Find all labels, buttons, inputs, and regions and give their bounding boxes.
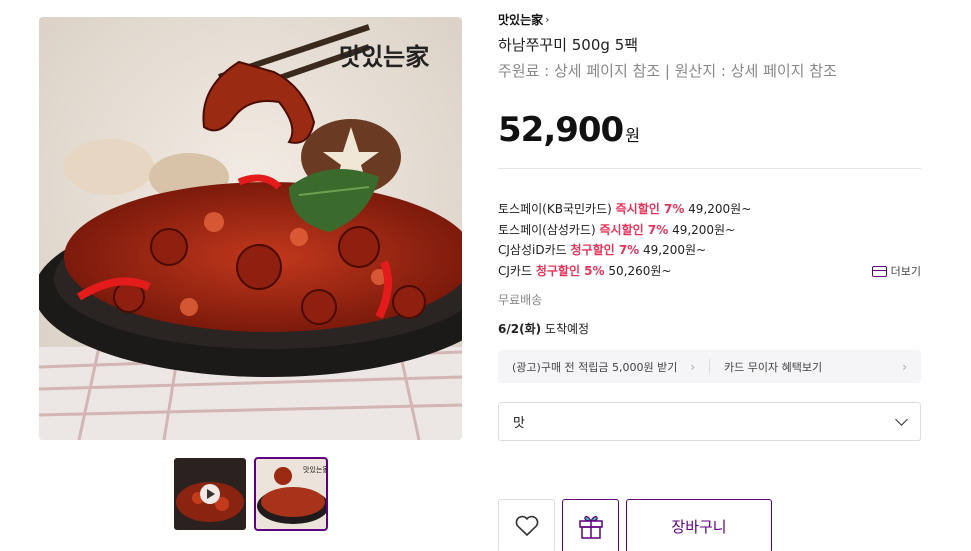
chevron-right-icon: › (545, 13, 550, 26)
brand-link[interactable]: 맛있는家 › (498, 11, 550, 28)
price-value: 52,900 (498, 110, 624, 150)
thumbnail-video[interactable] (174, 458, 246, 530)
thumbnail-image: 맛있는家 (255, 458, 327, 530)
chevron-right-icon: › (902, 359, 907, 374)
benefit-price: 49,200원~ (688, 202, 752, 216)
play-icon (200, 484, 220, 504)
benefit-discount: 즉시할인 7% (615, 202, 685, 216)
benefit-card: CJ삼성iD카드 (498, 243, 567, 257)
benefit-price: 49,200원~ (643, 243, 707, 257)
benefit-discount: 청구할인 7% (570, 243, 640, 257)
product-main-image: 맛있는家 (39, 17, 462, 440)
promo-bar: (광고)구매 전 적립금 5,000원 받기 › 카드 무이자 혜택보기 › (498, 350, 921, 383)
action-buttons: 장바구니 (498, 499, 772, 551)
promo-points-link[interactable]: (광고)구매 전 적립금 5,000원 받기 › (498, 350, 709, 383)
wishlist-button[interactable] (498, 499, 555, 551)
brand-name: 맛있는家 (498, 13, 544, 27)
product-title: 하남쭈꾸미 500g 5팩 (498, 36, 639, 54)
price-unit: 원 (625, 126, 640, 145)
image-logo: 맛있는家 (339, 43, 429, 71)
product-origin: 주원료 : 상세 페이지 참조 | 원산지 : 상세 페이지 참조 (498, 62, 837, 80)
benefit-price: 50,260원~ (608, 263, 672, 278)
divider (498, 168, 921, 169)
benefit-discount: 청구할인 5% (535, 263, 605, 278)
food-photo: 맛있는家 (39, 17, 462, 440)
benefit-price: 49,200원~ (672, 222, 736, 237)
thumbnail-logo: 맛있는家 (303, 465, 327, 474)
shipping-info: 무료배송 (498, 293, 543, 307)
chevron-down-icon (895, 413, 908, 426)
chevron-right-icon: › (690, 359, 695, 374)
benefit-card: 토스페이(KB국민카드) (498, 202, 612, 216)
benefit-card: 토스페이(삼성카드) (498, 222, 596, 237)
benefit-row: CJ삼성iD카드 청구할인 7% 49,200원~ (498, 240, 751, 261)
promo-installment-label: 카드 무이자 혜택보기 (724, 360, 823, 374)
benefit-row: 토스페이(KB국민카드) 즉시할인 7% 49,200원~ (498, 199, 751, 220)
benefit-card: CJ카드 (498, 263, 532, 278)
benefit-discount: 즉시할인 7% (599, 222, 669, 237)
benefit-row: CJ카드 청구할인 5% 50,260원~ (498, 261, 751, 282)
add-to-cart-button[interactable]: 장바구니 (626, 499, 772, 551)
card-icon (871, 265, 887, 277)
gift-icon (578, 516, 603, 539)
card-benefits: 토스페이(KB국민카드) 즉시할인 7% 49,200원~ 토스페이(삼성카드)… (498, 199, 751, 281)
arrival-date: 6/2(화) (498, 322, 542, 336)
thumbnail-list: 맛있는家 (174, 457, 328, 531)
gift-button[interactable] (562, 499, 619, 551)
benefits-more-button[interactable]: 더보기 (871, 263, 921, 279)
promo-points-label: (광고)구매 전 적립금 5,000원 받기 (512, 360, 678, 374)
option-selected-value: 맛 (513, 416, 525, 431)
heart-icon (515, 515, 538, 536)
option-select[interactable]: 맛 (498, 402, 921, 441)
arrival-info: 6/2(화) 도착예정 (498, 320, 589, 337)
promo-installment-link[interactable]: 카드 무이자 혜택보기 › (710, 350, 921, 383)
thumbnail-photo[interactable]: 맛있는家 (254, 457, 328, 531)
more-label: 더보기 (890, 265, 921, 278)
benefit-row: 토스페이(삼성카드) 즉시할인 7% 49,200원~ (498, 220, 751, 241)
arrival-text: 도착예정 (544, 322, 590, 336)
product-price: 52,900 원 (498, 110, 640, 150)
